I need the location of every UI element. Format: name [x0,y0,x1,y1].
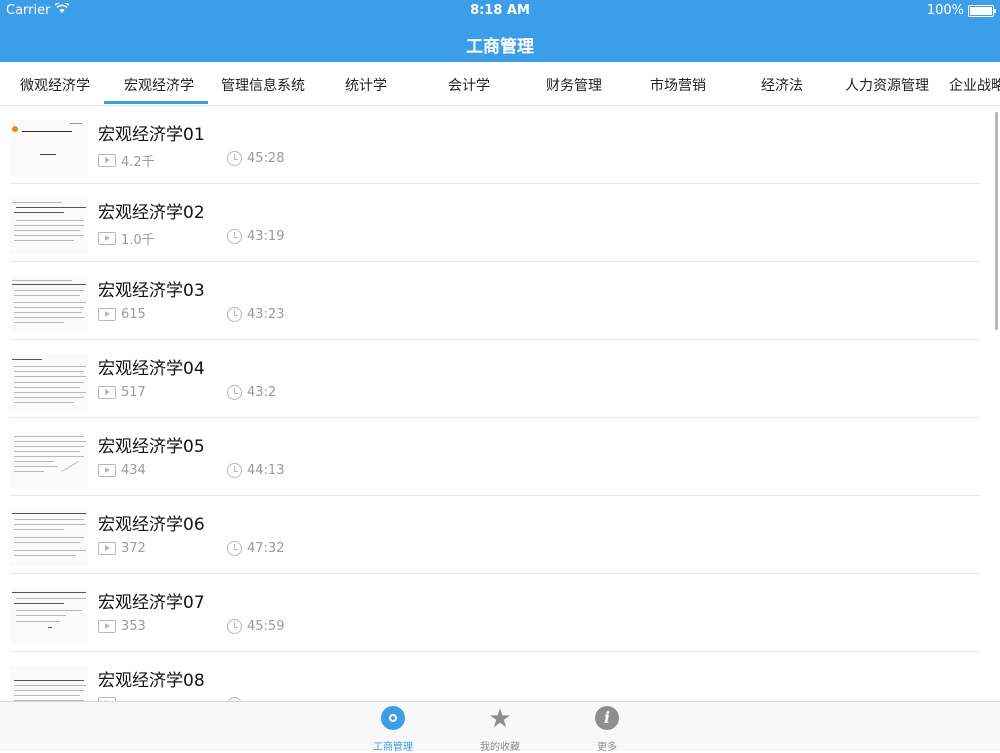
play-icon [98,308,116,321]
status-time: 8:18 AM [470,3,530,18]
view-count-value: 517 [121,385,146,400]
play-icon [98,154,116,167]
tab-企业战略[interactable]: 企业战略 [949,75,1000,95]
clock-icon [227,385,242,400]
view-count: 434 [98,463,146,478]
info-icon: i [595,706,619,730]
duration: 45:28 [227,151,284,166]
lecture-title: 宏观经济学07 [98,593,205,613]
view-count: 4.2千 [98,151,155,170]
tab-宏观经济学[interactable]: 宏观经济学 [124,75,194,95]
play-icon [98,464,116,477]
view-count: 353 [98,619,146,634]
lecture-title: 宏观经济学01 [98,125,205,145]
view-count-value: 4.2千 [121,155,155,170]
view-count: 615 [98,307,146,322]
star-icon: ★ [488,704,512,734]
view-count: 372 [98,541,146,556]
tab-selected-indicator [104,101,208,104]
battery-status: 100% [926,3,996,18]
lecture-title: 宏观经济学05 [98,437,205,457]
tab-人力资源管理[interactable]: 人力资源管理 [845,75,929,95]
view-count-value: 372 [121,541,146,556]
list-item[interactable]: 宏观经济学01 4.2千 45:28 [0,106,1000,184]
duration: 47:32 [227,541,284,556]
duration-value: 43:23 [247,307,285,322]
play-icon [98,542,116,555]
duration-value: 45:28 [247,151,285,166]
duration-value: 43:2 [247,385,277,400]
lecture-thumbnail [10,120,88,176]
lecture-title: 宏观经济学02 [98,203,205,223]
tab-经济法[interactable]: 经济法 [761,75,803,95]
lecture-thumbnail [10,354,88,410]
view-count: 1.0千 [98,229,155,248]
list-scrollbar[interactable] [995,112,998,330]
duration-value: 47:32 [247,541,285,556]
play-icon [98,620,116,633]
tabbar-item-label: 我的收藏 [480,742,520,753]
clock-icon [227,541,242,556]
duration-value: 44:13 [247,463,285,478]
list-item[interactable]: 宏观经济学03 615 43:23 [0,262,1000,340]
tabbar-item-business[interactable]: 工商管理 [343,706,443,753]
lecture-thumbnail [10,432,88,488]
view-count-value: 615 [121,307,146,322]
duration-value: 43:19 [247,229,285,244]
tab-统计学[interactable]: 统计学 [345,75,387,95]
clock-icon [227,229,242,244]
list-item[interactable]: 宏观经济学05 434 44:13 [0,418,1000,496]
lecture-title: 宏观经济学06 [98,515,205,535]
list-item[interactable]: 宏观经济学06 372 47:32 [0,496,1000,574]
tabbar-item-more[interactable]: i 更多 [557,706,657,753]
duration: 45:59 [227,619,284,634]
lecture-title: 宏观经济学08 [98,671,205,691]
play-icon [98,232,116,245]
clock-icon [227,151,242,166]
duration-value: 45:59 [247,619,285,634]
tab-管理信息系统[interactable]: 管理信息系统 [221,75,305,95]
view-count-value: 434 [121,463,146,478]
play-icon [98,386,116,399]
lecture-thumbnail [10,588,88,644]
category-tabs: 微观经济学 宏观经济学 管理信息系统 统计学 会计学 财务管理 市场营销 经济法… [0,62,1000,106]
duration: 43:2 [227,385,276,400]
tab-市场营销[interactable]: 市场营销 [650,75,706,95]
view-count-value: 353 [121,619,146,634]
tabbar-item-label: 更多 [597,742,617,753]
tabbar-item-label: 工商管理 [373,742,413,753]
lecture-thumbnail [10,198,88,254]
lecture-thumbnail [10,666,88,701]
clock-icon [227,463,242,478]
list-item[interactable]: 宏观经济学02 1.0千 43:19 [0,184,1000,262]
nav-bar: 工商管理 [0,22,1000,62]
duration: 43:23 [227,307,284,322]
lecture-thumbnail [10,510,88,566]
bottom-tab-bar: 工商管理 ★ 我的收藏 i 更多 [0,701,1000,753]
clock-icon [227,307,242,322]
list-item[interactable]: 宏观经济学08 [0,652,1000,701]
duration: 44:13 [227,463,284,478]
battery-percent: 100% [926,3,964,18]
tab-财务管理[interactable]: 财务管理 [546,75,602,95]
clock-icon [227,619,242,634]
page-title: 工商管理 [466,37,534,57]
disc-icon [381,706,405,730]
lecture-title: 宏观经济学04 [98,359,205,379]
tab-会计学[interactable]: 会计学 [448,75,490,95]
duration: 43:19 [227,229,284,244]
lecture-list: 宏观经济学01 4.2千 45:28 宏观经济学02 1.0千 43:19 宏观… [0,106,1000,701]
lecture-thumbnail [10,276,88,332]
tab-微观经济学[interactable]: 微观经济学 [20,75,90,95]
lecture-title: 宏观经济学03 [98,281,205,301]
list-item[interactable]: 宏观经济学04 517 43:2 [0,340,1000,418]
view-count-value: 1.0千 [121,233,155,248]
status-bar: Carrier 8:18 AM 100% [0,0,1000,22]
view-count: 517 [98,385,146,400]
battery-icon [968,4,996,17]
tabbar-item-favorites[interactable]: ★ 我的收藏 [450,706,550,753]
list-item[interactable]: 宏观经济学07 353 45:59 [0,574,1000,652]
